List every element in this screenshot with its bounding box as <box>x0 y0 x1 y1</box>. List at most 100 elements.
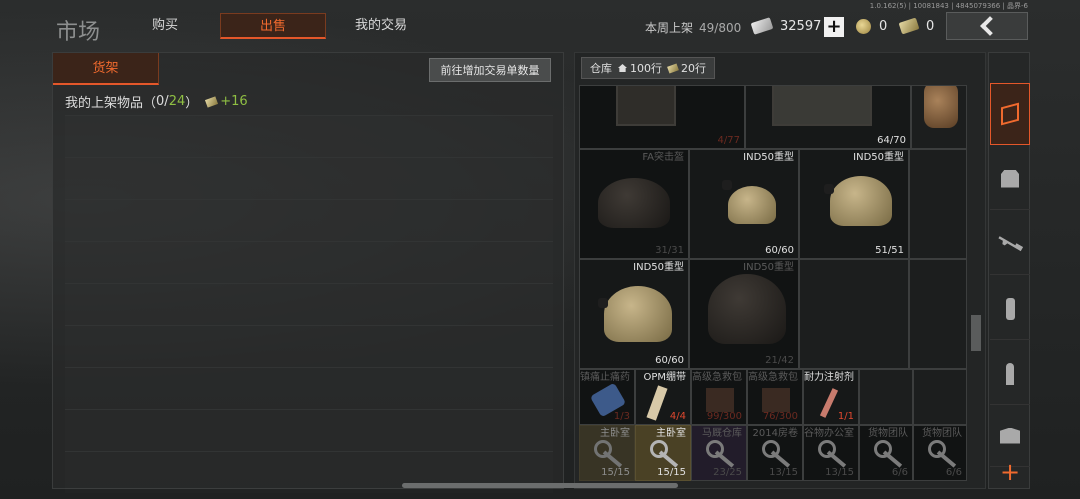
item-key[interactable]: 货物团队 6/6 <box>913 425 967 481</box>
shelf-slot[interactable] <box>65 199 553 241</box>
listed-used: 0 <box>156 94 165 109</box>
nvg-icon <box>722 180 732 190</box>
coin-balance: 0 <box>856 14 887 38</box>
item-name: 2014房卷 <box>752 428 798 439</box>
shelf-slot[interactable] <box>65 157 553 199</box>
coin-icon <box>856 18 871 34</box>
ticket-icon <box>667 63 679 73</box>
category-all[interactable] <box>990 83 1030 145</box>
ammo-icon <box>1006 362 1014 385</box>
weekly-listing: 本周上架 49/800 <box>645 19 741 36</box>
item-durability: 15/15 <box>657 467 686 478</box>
backpack-icon <box>924 86 958 128</box>
item-ind50-helmet[interactable]: IND50重型 51/51 <box>799 149 909 259</box>
box-icon <box>1000 427 1020 444</box>
magazine-icon <box>1005 297 1015 320</box>
category-magazines[interactable] <box>990 278 1030 340</box>
item-durability: 1/1 <box>837 411 854 422</box>
item-painkiller[interactable]: 镇痛止痛药 1/3 <box>579 369 635 425</box>
item-opm-bandage[interactable]: OPM绷带 4/4 <box>635 369 691 425</box>
item-stamina-injector[interactable]: 耐力注射剂 1/1 <box>803 369 859 425</box>
item-fa-helmet[interactable]: FA突击盔 31/31 <box>579 149 689 259</box>
item-ind50-helmet[interactable]: IND50重型 60/60 <box>579 259 689 369</box>
ticket-balance: 0 <box>898 14 935 38</box>
warehouse-scrollbar[interactable] <box>971 85 981 489</box>
cash-value: 32597 <box>780 18 822 34</box>
category-weapons[interactable] <box>990 213 1030 275</box>
increase-orders-button[interactable]: 前往增加交易单数量 <box>429 58 551 82</box>
empty-slot[interactable] <box>909 149 967 259</box>
nvg-icon <box>598 298 608 308</box>
item-name: IND50重型 <box>633 262 684 273</box>
listed-close: ） <box>185 96 199 111</box>
item-name: IND50重型 <box>743 262 794 273</box>
empty-slot[interactable] <box>859 369 913 425</box>
category-armor[interactable] <box>990 148 1030 210</box>
nvg-icon <box>824 184 834 194</box>
shelf-slot[interactable] <box>65 283 553 325</box>
warehouse-rows: 100行 <box>630 62 662 75</box>
tab-my-trades[interactable]: 我的交易 <box>334 13 428 39</box>
key-icon <box>874 440 904 468</box>
item-name: 谷物办公室 <box>804 428 854 439</box>
tab-buy[interactable]: 购买 <box>120 13 210 39</box>
item-durability: 64/70 <box>877 135 906 146</box>
shelf-slot[interactable] <box>65 409 553 451</box>
page-title: 市场 <box>56 20 101 45</box>
helmet-icon <box>830 176 892 226</box>
item-advanced-medkit[interactable]: 高级急救包 99/300 <box>691 369 747 425</box>
shelf-slot[interactable] <box>65 115 553 157</box>
tab-shelf[interactable]: 货架 <box>53 53 159 85</box>
vest-icon <box>616 86 676 126</box>
key-icon <box>928 440 958 468</box>
item-key[interactable]: 谷物办公室 13/15 <box>803 425 859 481</box>
empty-slot[interactable] <box>799 259 909 369</box>
item-backpack[interactable] <box>911 85 967 149</box>
ticket-icon <box>898 17 920 35</box>
item-name: 主卧室 <box>656 428 686 439</box>
shelf-panel: 货架 前往增加交易单数量 我的上架物品（ 0 / 24 ） +16 <box>52 52 564 489</box>
item-key[interactable]: 马厩仓库 23/25 <box>691 425 747 481</box>
item-durability: 6/6 <box>891 467 908 478</box>
item-key[interactable]: 主卧室 15/15 <box>579 425 635 481</box>
item-vest[interactable]: 64/70 <box>745 85 911 149</box>
item-durability: 13/15 <box>825 467 854 478</box>
scroll-thumb[interactable] <box>971 315 981 351</box>
item-ind50-helmet[interactable]: IND50重型 21/42 <box>689 259 799 369</box>
plus-icon[interactable]: + <box>990 458 1030 488</box>
vest-icon <box>1001 169 1019 188</box>
item-durability: 13/15 <box>769 467 798 478</box>
tab-sell[interactable]: 出售 <box>220 13 326 39</box>
item-durability: 99/300 <box>706 411 742 422</box>
home-indicator[interactable] <box>402 483 678 488</box>
item-key[interactable]: 货物团队 6/6 <box>859 425 913 481</box>
item-vest[interactable]: 4/77 <box>579 85 745 149</box>
item-ind50-helmet[interactable]: IND50重型 60/60 <box>689 149 799 259</box>
back-arrow-icon <box>980 16 1000 36</box>
ticket-value: 0 <box>926 18 935 34</box>
item-name: 货物团队 <box>922 428 962 439</box>
category-ammo[interactable] <box>990 343 1030 405</box>
back-button[interactable] <box>946 12 1028 40</box>
helmet-icon <box>604 286 672 342</box>
item-name: 镇痛止痛药 <box>580 372 630 383</box>
shelf-slot[interactable] <box>65 241 553 283</box>
empty-slot[interactable] <box>913 369 967 425</box>
warehouse-ticket-rows: 20行 <box>681 62 706 75</box>
item-durability: 15/15 <box>601 467 630 478</box>
add-currency-button[interactable]: + <box>824 17 844 37</box>
item-durability: 23/25 <box>713 467 742 478</box>
medkit-icon <box>762 388 790 412</box>
item-key[interactable]: 主卧室 15/15 <box>635 425 691 481</box>
item-durability: 76/300 <box>762 411 798 422</box>
listed-label: 我的上架物品（ <box>65 96 157 111</box>
warehouse-grid: 4/77 64/70 FA突击盔 31/31 IND50重型 60/60 IND… <box>579 85 969 489</box>
key-icon <box>818 440 848 468</box>
item-name: FA突击盔 <box>642 152 684 163</box>
shelf-slot[interactable] <box>65 367 553 409</box>
shelf-slot[interactable] <box>65 325 553 367</box>
item-advanced-medkit[interactable]: 高级急救包 76/300 <box>747 369 803 425</box>
item-name: 高级急救包 <box>748 372 798 383</box>
item-key[interactable]: 2014房卷 13/15 <box>747 425 803 481</box>
empty-slot[interactable] <box>909 259 967 369</box>
